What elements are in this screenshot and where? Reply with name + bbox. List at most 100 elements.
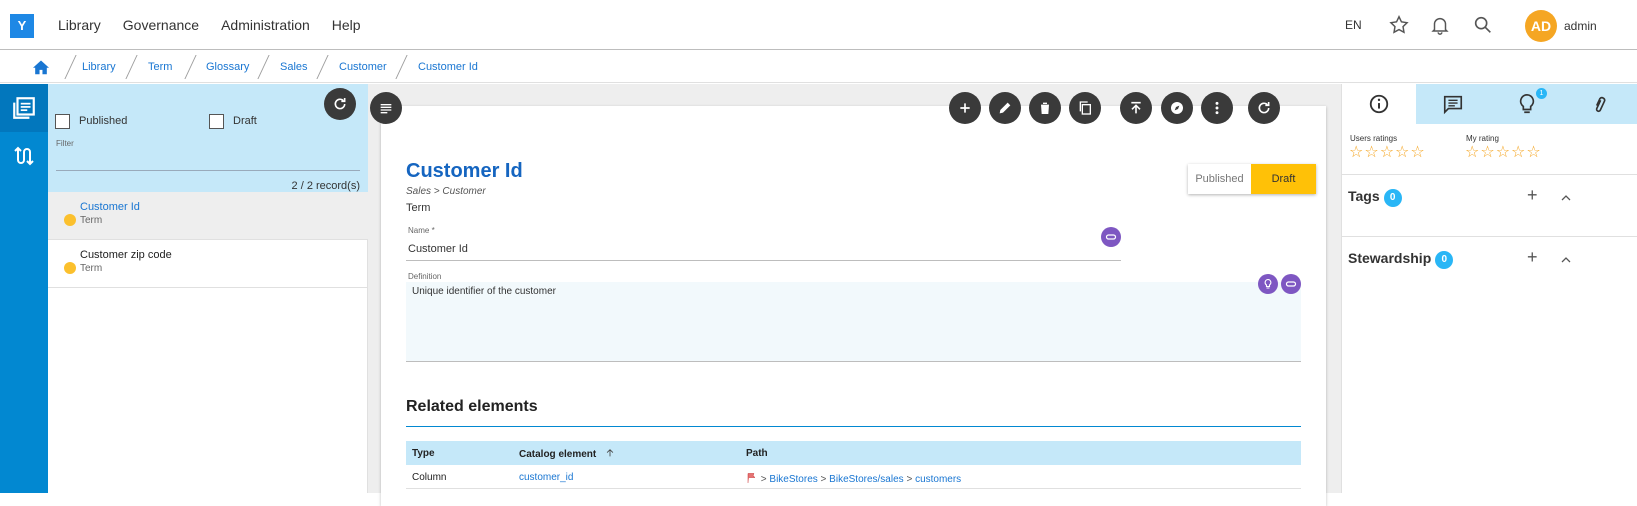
plus-icon [960, 103, 970, 113]
refresh-icon [334, 98, 346, 110]
breadcrumb-separator [184, 55, 197, 79]
bell-icon[interactable] [1429, 14, 1451, 36]
lightbulb-icon [1264, 278, 1272, 289]
published-checkbox[interactable] [55, 114, 70, 129]
name-translate-button[interactable] [1101, 227, 1121, 247]
upload-icon [1131, 101, 1141, 114]
list-item-type: Term [80, 263, 103, 274]
status-toggle: Published Draft [1188, 164, 1316, 194]
users-ratings-stars: ☆☆☆☆☆ [1349, 144, 1426, 161]
stewardship-label: Stewardship [1348, 250, 1432, 266]
add-steward-button[interactable]: + [1527, 247, 1538, 268]
trash-icon [1039, 102, 1051, 114]
menu-toggle-button[interactable] [370, 92, 402, 124]
draft-checkbox[interactable] [209, 114, 224, 129]
table-header: Type Catalog element Path [406, 441, 1301, 465]
breadcrumb-glossary[interactable]: Glossary [206, 61, 249, 73]
breadcrumb-customer-id[interactable]: Customer Id [418, 61, 478, 73]
list-item-name: Customer Id [80, 201, 140, 213]
detail-card: Customer Id Sales > Customer Term Publis… [381, 106, 1326, 506]
breadcrumb-separator [125, 55, 138, 79]
search-icon[interactable] [1472, 14, 1494, 36]
rail-library-button[interactable] [0, 84, 48, 132]
info-icon [1369, 94, 1389, 114]
avatar[interactable]: AD [1525, 10, 1557, 42]
path-segment[interactable]: BikeStores [769, 474, 817, 485]
copy-button[interactable] [1069, 92, 1101, 124]
breadcrumb-customer[interactable]: Customer [339, 61, 387, 73]
right-tabs: 1 [1342, 84, 1637, 124]
published-label: Published [79, 115, 128, 127]
tab-comments[interactable] [1416, 84, 1490, 124]
breadcrumb-library[interactable]: Library [82, 61, 116, 73]
username[interactable]: admin [1564, 19, 1597, 33]
chevron-up-icon[interactable] [1560, 254, 1572, 266]
my-rating-stars[interactable]: ☆☆☆☆☆ [1465, 142, 1542, 162]
column-header-label: Catalog element [519, 449, 597, 460]
column-header-type[interactable]: Type [412, 448, 435, 459]
definition-suggest-button[interactable] [1258, 274, 1278, 294]
book-list-icon [13, 97, 35, 119]
path-segment[interactable]: BikeStores/sales [829, 474, 903, 485]
explore-button[interactable] [1161, 92, 1193, 124]
more-options-button[interactable] [1201, 92, 1233, 124]
add-button[interactable] [949, 92, 981, 124]
refresh-icon [1258, 102, 1270, 114]
refresh-button[interactable] [1248, 92, 1280, 124]
menu-governance[interactable]: Governance [123, 17, 199, 33]
stewardship-section: Stewardship 0 + [1342, 236, 1637, 298]
definition-text: Unique identifier of the customer [412, 286, 556, 297]
add-tag-button[interactable]: + [1527, 185, 1538, 206]
left-rail [0, 84, 48, 493]
list-item[interactable]: Customer Id Term [48, 192, 368, 240]
tags-count-badge: 0 [1383, 189, 1402, 207]
name-field[interactable]: Customer Id [408, 243, 468, 255]
link-icon [1105, 234, 1117, 240]
rail-lineage-button[interactable] [0, 132, 48, 180]
definition-field-label: Definition [408, 272, 442, 281]
breadcrumb-separator [257, 55, 270, 79]
sort-up-icon [606, 449, 614, 457]
menu-library[interactable]: Library [58, 17, 101, 33]
status-published-button[interactable]: Published [1188, 164, 1251, 194]
breadcrumb-sales[interactable]: Sales [280, 61, 308, 73]
edit-button[interactable] [989, 92, 1021, 124]
lightbulb-icon [1519, 94, 1535, 114]
column-header-catalog-element[interactable]: Catalog element [519, 448, 615, 460]
menu-administration[interactable]: Administration [221, 17, 310, 33]
compass-icon [1171, 102, 1183, 114]
filter-area: Published Draft Filter 2 / 2 record(s) [48, 84, 368, 198]
name-field-label: Name * [408, 226, 435, 235]
definition-field[interactable]: Unique identifier of the customer [406, 282, 1301, 362]
delete-button[interactable] [1029, 92, 1061, 124]
publish-button[interactable] [1120, 92, 1152, 124]
link-icon [1285, 281, 1297, 287]
star-icon[interactable] [1388, 14, 1410, 36]
record-count: 2 / 2 record(s) [291, 180, 360, 192]
definition-translate-button[interactable] [1281, 274, 1301, 294]
name-field-underline [406, 260, 1121, 261]
menu-help[interactable]: Help [332, 17, 361, 33]
chevron-up-icon[interactable] [1560, 192, 1572, 204]
path-segment[interactable]: customers [915, 474, 961, 485]
list-icon [380, 104, 392, 114]
language-selector[interactable]: EN [1345, 18, 1362, 32]
pencil-icon [999, 102, 1011, 114]
cell-catalog-element[interactable]: customer_id [519, 472, 573, 483]
draft-label: Draft [233, 115, 257, 127]
list-item[interactable]: Customer zip code Term [48, 240, 368, 288]
status-dot [64, 214, 76, 226]
filter-input[interactable] [56, 170, 360, 171]
column-header-path[interactable]: Path [746, 448, 768, 459]
tab-suggestions[interactable]: 1 [1490, 84, 1564, 124]
breadcrumb: Library Term Glossary Sales Customer Cus… [0, 51, 1637, 83]
breadcrumb-separator [395, 55, 408, 79]
table-row[interactable]: Column customer_id > BikeStores > BikeSt… [406, 465, 1301, 489]
tab-info[interactable] [1342, 84, 1416, 124]
refresh-list-button[interactable] [324, 88, 356, 120]
status-draft-button[interactable]: Draft [1251, 164, 1316, 194]
tab-attachments[interactable] [1564, 84, 1637, 124]
app-logo[interactable]: Y [10, 14, 34, 38]
breadcrumb-term[interactable]: Term [148, 61, 172, 73]
home-icon[interactable] [32, 59, 50, 75]
